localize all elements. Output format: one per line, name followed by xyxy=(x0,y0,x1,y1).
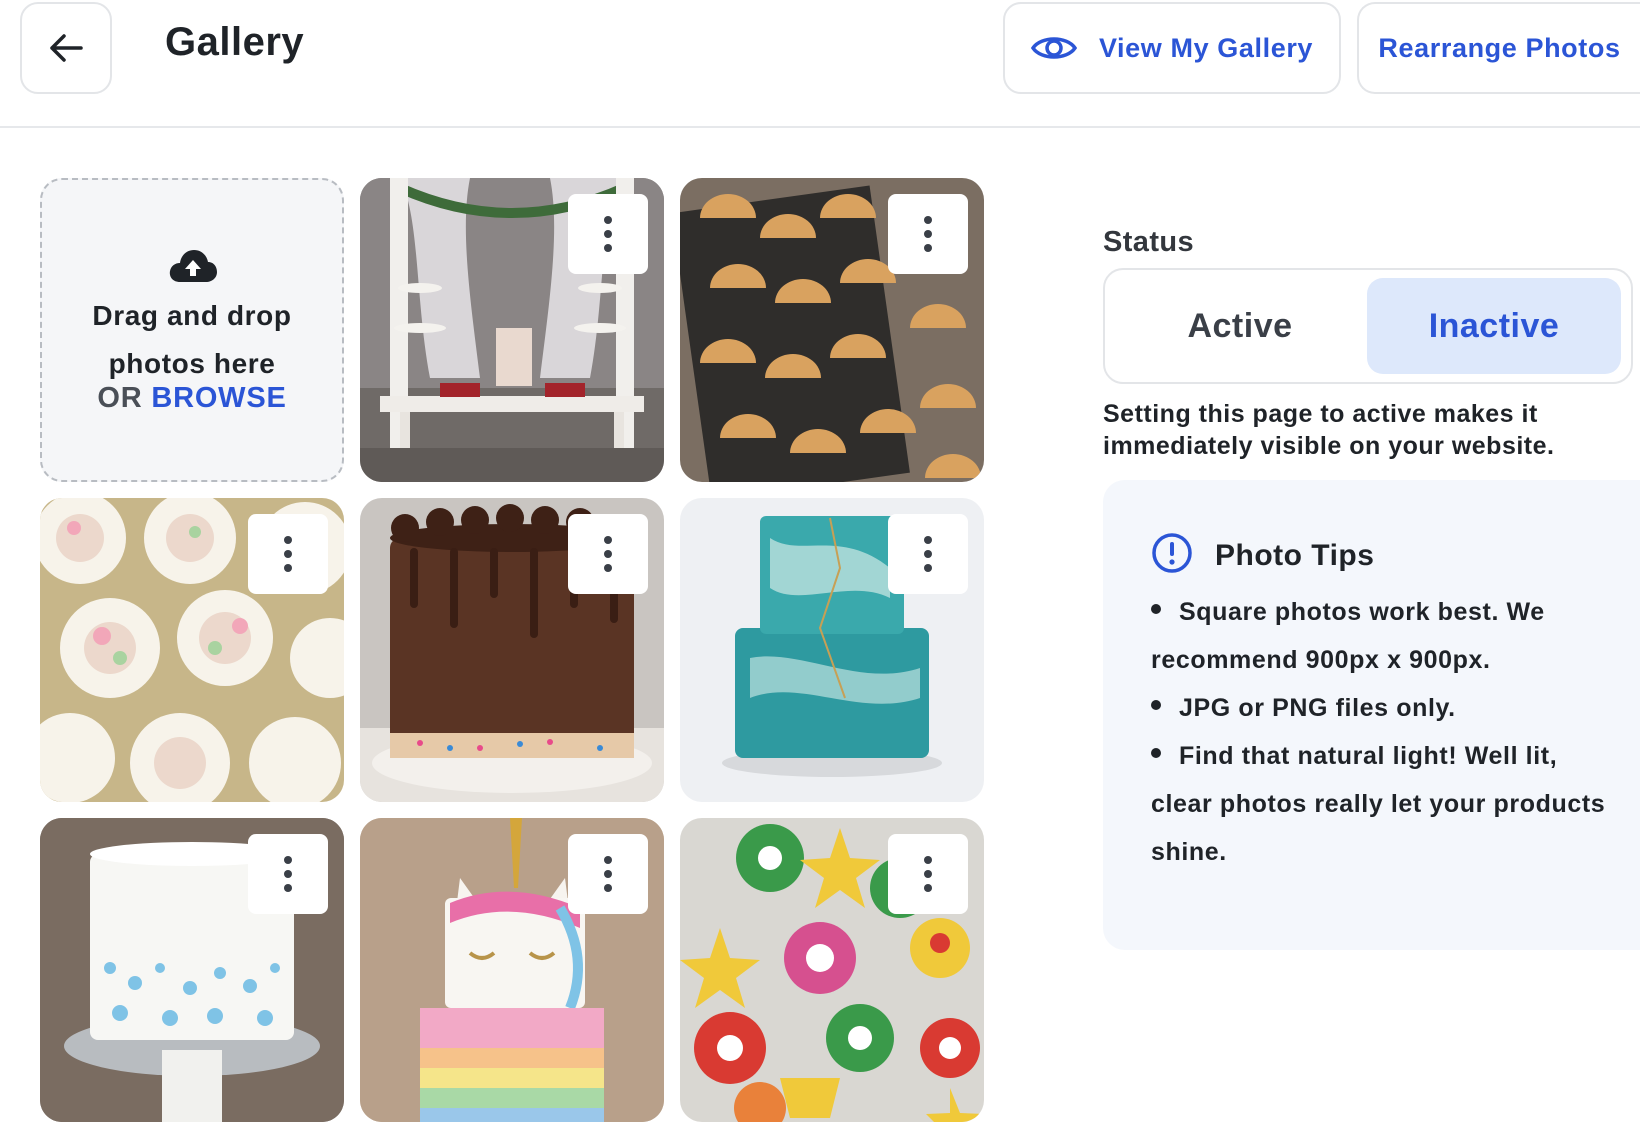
photo-menu-button[interactable] xyxy=(248,834,328,914)
kebab-menu-icon xyxy=(924,536,932,572)
rearrange-photos-label: Rearrange Photos xyxy=(1378,32,1621,63)
view-my-gallery-label: View My Gallery xyxy=(1098,32,1314,63)
gallery-photo[interactable] xyxy=(360,818,664,1122)
browse-link[interactable]: BROWSE xyxy=(151,382,286,414)
upload-instructions: Drag and drop photos here xyxy=(42,292,342,388)
photo-menu-button[interactable] xyxy=(568,834,648,914)
kebab-menu-icon xyxy=(924,216,932,252)
gallery-photo[interactable] xyxy=(40,498,344,802)
gallery-photo[interactable] xyxy=(680,178,984,482)
eye-icon xyxy=(1030,33,1077,63)
top-header: Gallery View My Gallery Rearrange Photos xyxy=(0,0,1640,128)
gallery-photo[interactable] xyxy=(40,818,344,1122)
page-title: Gallery xyxy=(165,20,305,64)
status-help-text: Setting this page to active makes it imm… xyxy=(1103,400,1555,460)
status-label: Status xyxy=(1103,226,1195,258)
photo-tips-list: Square photos work best. We recommend 90… xyxy=(1151,588,1611,876)
rearrange-photos-button[interactable]: Rearrange Photos xyxy=(1357,2,1640,94)
photo-menu-button[interactable] xyxy=(888,834,968,914)
photo-menu-button[interactable] xyxy=(568,514,648,594)
tip-item: JPG or PNG files only. xyxy=(1151,684,1611,732)
photo-menu-button[interactable] xyxy=(248,514,328,594)
arrow-left-icon xyxy=(50,34,83,62)
kebab-menu-icon xyxy=(284,856,292,892)
kebab-menu-icon xyxy=(604,536,612,572)
kebab-menu-icon xyxy=(924,856,932,892)
upload-line-1: Drag and drop xyxy=(92,300,292,331)
gallery-photo[interactable] xyxy=(360,178,664,482)
gallery-photo[interactable] xyxy=(360,498,664,802)
photo-tips-card: Photo Tips Square photos work best. We r… xyxy=(1103,480,1640,950)
info-circle-icon xyxy=(1151,532,1193,579)
status-option-inactive[interactable]: Inactive xyxy=(1367,278,1621,374)
status-option-active[interactable]: Active xyxy=(1113,278,1367,374)
kebab-menu-icon xyxy=(284,536,292,572)
photo-tips-title: Photo Tips xyxy=(1215,538,1375,572)
upload-dropzone[interactable]: Drag and drop photos here OR BROWSE xyxy=(40,178,344,482)
kebab-menu-icon xyxy=(604,856,612,892)
status-toggle: Active Inactive xyxy=(1103,268,1633,384)
photo-tips-header: Photo Tips xyxy=(1151,532,1374,579)
photo-menu-button[interactable] xyxy=(888,514,968,594)
cloud-upload-icon xyxy=(168,248,218,289)
photo-menu-button[interactable] xyxy=(888,194,968,274)
or-label: OR xyxy=(97,382,143,414)
photo-grid: Drag and drop photos here OR BROWSE xyxy=(40,178,985,1123)
view-my-gallery-button[interactable]: View My Gallery xyxy=(1003,2,1341,94)
photo-menu-button[interactable] xyxy=(568,194,648,274)
upload-line-2: photos here xyxy=(108,348,276,379)
tip-item: Find that natural light! Well lit, clear… xyxy=(1151,732,1611,876)
gallery-photo[interactable] xyxy=(680,818,984,1122)
back-button[interactable] xyxy=(20,2,112,94)
kebab-menu-icon xyxy=(604,216,612,252)
upload-or-browse: OR BROWSE xyxy=(42,382,342,415)
gallery-photo[interactable] xyxy=(680,498,984,802)
tip-item: Square photos work best. We recommend 90… xyxy=(1151,588,1611,684)
